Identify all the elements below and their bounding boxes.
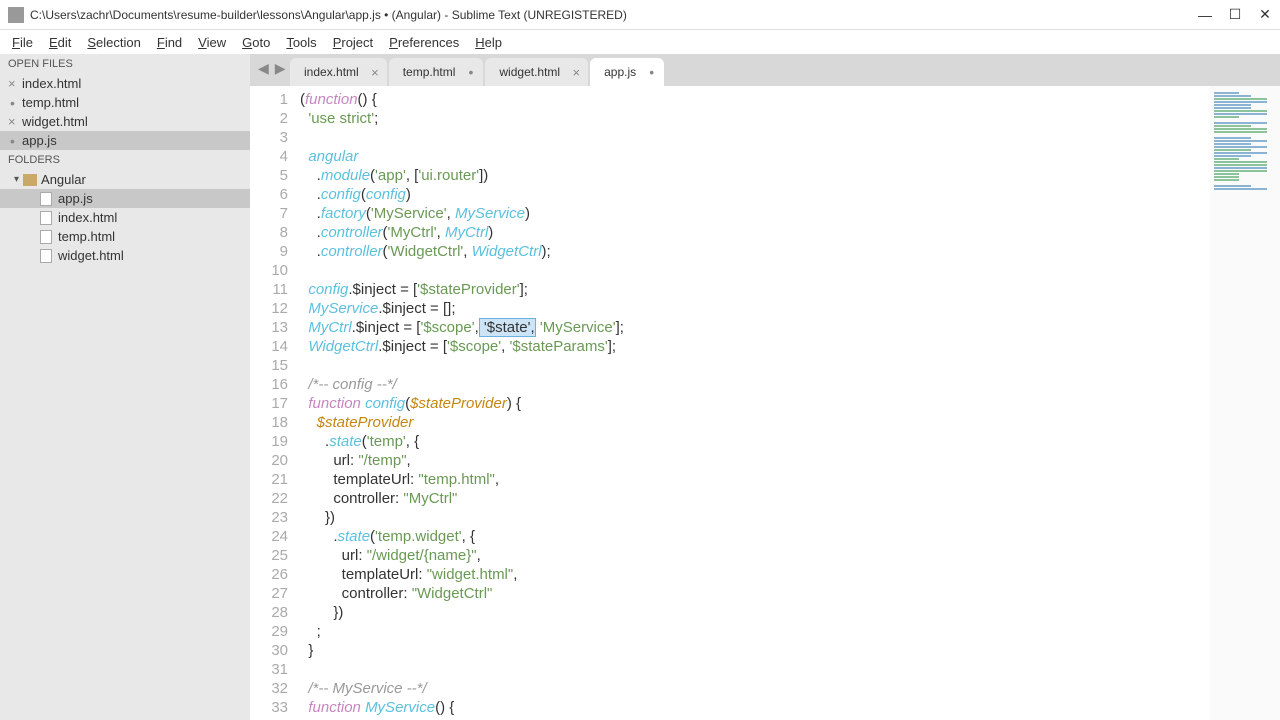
- code-content[interactable]: (function() { 'use strict'; angular .mod…: [300, 86, 1210, 720]
- menu-file[interactable]: File: [4, 33, 41, 52]
- menu-bar: FileEditSelectionFindViewGotoToolsProjec…: [0, 30, 1280, 54]
- tab-dirty-icon: •: [468, 64, 473, 80]
- nav-forward-icon[interactable]: ▶: [275, 60, 286, 77]
- menu-tools[interactable]: Tools: [278, 33, 324, 52]
- tab[interactable]: temp.html •: [389, 58, 484, 86]
- line-gutter: 1234567891011121314151617181920212223242…: [250, 86, 300, 720]
- menu-view[interactable]: View: [190, 33, 234, 52]
- file-icon: [40, 192, 52, 206]
- tab[interactable]: index.html ×: [290, 58, 387, 86]
- tree-file-item[interactable]: index.html: [0, 208, 250, 227]
- workspace: OPEN FILES index.htmltemp.htmlwidget.htm…: [0, 54, 1280, 720]
- tree-file-item[interactable]: widget.html: [0, 246, 250, 265]
- window-title: C:\Users\zachr\Documents\resume-builder\…: [30, 8, 1198, 22]
- tree-file-item[interactable]: temp.html: [0, 227, 250, 246]
- tab-close-icon[interactable]: ×: [371, 65, 379, 80]
- code-editor[interactable]: 1234567891011121314151617181920212223242…: [250, 86, 1280, 720]
- tree-file-label: app.js: [58, 191, 93, 206]
- chevron-down-icon: ▾: [14, 174, 19, 185]
- folder-row[interactable]: ▾ Angular: [0, 170, 250, 189]
- editor-area: ◀ ▶ index.html × temp.html • widget.html × app…: [250, 54, 1280, 720]
- tree-file-item[interactable]: app.js: [0, 189, 250, 208]
- tab-bar: ◀ ▶ index.html × temp.html • widget.html × app…: [250, 54, 1280, 86]
- open-file-item[interactable]: widget.html: [0, 112, 250, 131]
- minimap[interactable]: [1210, 86, 1280, 720]
- title-bar: C:\Users\zachr\Documents\resume-builder\…: [0, 0, 1280, 30]
- minimize-button[interactable]: —: [1198, 8, 1212, 22]
- folders-header: FOLDERS: [0, 150, 250, 170]
- file-icon: [40, 211, 52, 225]
- menu-preferences[interactable]: Preferences: [381, 33, 467, 52]
- window-controls: — ☐ ✕: [1198, 8, 1272, 22]
- menu-help[interactable]: Help: [467, 33, 510, 52]
- nav-back-icon[interactable]: ◀: [258, 60, 269, 77]
- file-icon: [40, 249, 52, 263]
- tree-file-label: temp.html: [58, 229, 115, 244]
- sidebar: OPEN FILES index.htmltemp.htmlwidget.htm…: [0, 54, 250, 720]
- tab-label: index.html: [304, 65, 359, 79]
- menu-selection[interactable]: Selection: [79, 33, 148, 52]
- open-file-item[interactable]: temp.html: [0, 93, 250, 112]
- open-file-item[interactable]: app.js: [0, 131, 250, 150]
- tab-label: widget.html: [499, 65, 560, 79]
- tab-close-icon[interactable]: ×: [573, 65, 581, 80]
- maximize-button[interactable]: ☐: [1228, 8, 1242, 22]
- tab[interactable]: widget.html ×: [485, 58, 588, 86]
- tab[interactable]: app.js •: [590, 58, 664, 86]
- menu-project[interactable]: Project: [325, 33, 381, 52]
- menu-edit[interactable]: Edit: [41, 33, 79, 52]
- menu-find[interactable]: Find: [149, 33, 190, 52]
- tree-file-label: widget.html: [58, 248, 124, 263]
- open-file-item[interactable]: index.html: [0, 74, 250, 93]
- menu-goto[interactable]: Goto: [234, 33, 278, 52]
- tree-file-label: index.html: [58, 210, 117, 225]
- tab-label: app.js: [604, 65, 636, 79]
- close-button[interactable]: ✕: [1258, 8, 1272, 22]
- app-icon: [8, 7, 24, 23]
- open-files-header: OPEN FILES: [0, 54, 250, 74]
- folder-icon: [23, 174, 37, 186]
- tab-dirty-icon: •: [649, 64, 654, 80]
- file-icon: [40, 230, 52, 244]
- tab-label: temp.html: [403, 65, 456, 79]
- folder-name: Angular: [41, 172, 86, 187]
